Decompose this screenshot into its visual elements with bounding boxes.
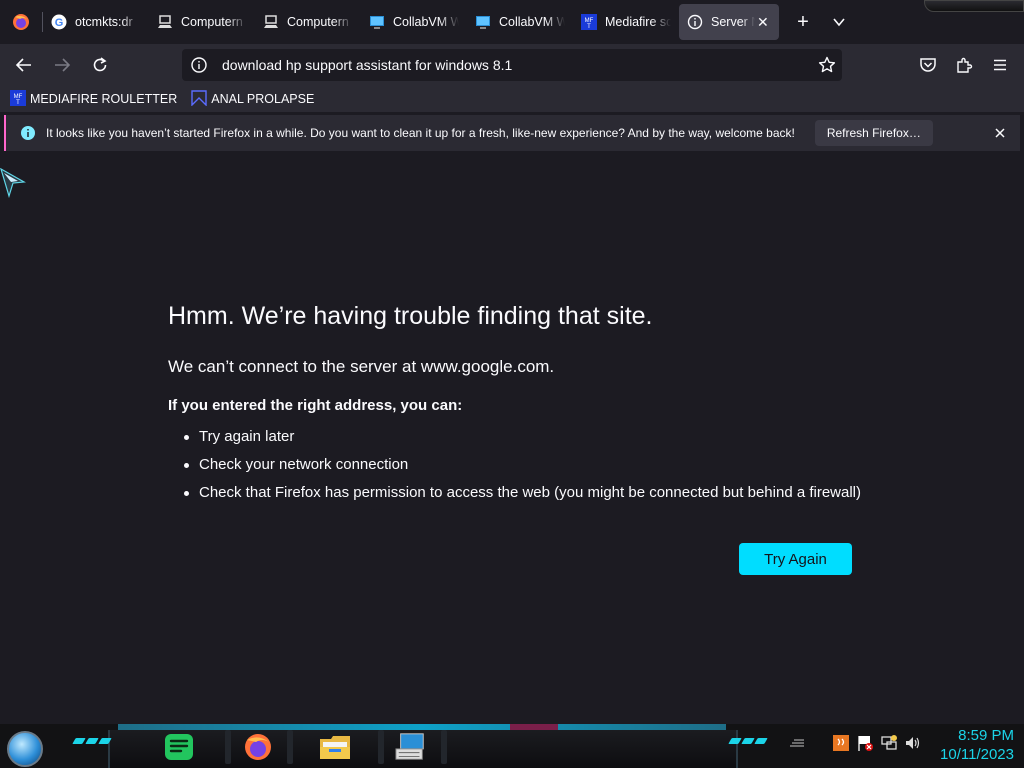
computer-icon	[157, 14, 173, 30]
arrow-right-icon	[55, 58, 71, 72]
firefox-icon	[245, 734, 271, 760]
tab-strip: G otcmkts:dr Computern Computern CollabV…	[0, 0, 1024, 44]
notification-message: It looks like you haven’t started Firefo…	[46, 126, 795, 140]
error-lead: If you entered the right address, you ca…	[168, 397, 463, 414]
action-center-flag-icon[interactable]	[856, 734, 874, 752]
bookmark-label: ANAL PROLAPSE	[211, 92, 315, 106]
url-text[interactable]: download hp support assistant for window…	[222, 57, 812, 73]
refresh-firefox-notification: It looks like you haven’t started Firefo…	[4, 115, 1020, 151]
mediafire-icon: MF T	[10, 89, 26, 109]
arrow-left-icon	[15, 58, 31, 72]
hamburger-menu-icon	[994, 59, 1006, 71]
tab-title: Mediafire sc	[605, 15, 671, 29]
tab-mediafire[interactable]: MF T Mediafire sc	[573, 4, 679, 40]
monitor-icon	[475, 14, 491, 30]
chevron-decoration-icon	[72, 738, 112, 744]
tab-server-not-found[interactable]: Server Nc ✕	[679, 4, 779, 40]
list-all-tabs-button[interactable]	[821, 4, 857, 40]
reload-button[interactable]	[84, 49, 116, 81]
refresh-firefox-button[interactable]: Refresh Firefox…	[814, 120, 933, 146]
taskbar-app-explorer[interactable]	[319, 732, 351, 762]
mediafire-icon: MF T	[581, 14, 597, 30]
error-title: Hmm. We’re having trouble finding that s…	[168, 302, 653, 330]
tab-title: Server Nc	[711, 15, 755, 29]
menu-button[interactable]	[984, 49, 1016, 81]
star-icon	[818, 56, 836, 73]
try-again-button[interactable]: Try Again	[739, 543, 852, 575]
info-icon	[21, 126, 35, 140]
firefox-icon	[13, 14, 29, 30]
mouse-pointer-icon	[0, 168, 26, 198]
taskbar-app-notes[interactable]	[163, 732, 195, 762]
forward-button[interactable]	[46, 49, 78, 81]
svg-text:T: T	[16, 100, 20, 106]
svg-text:T: T	[587, 24, 591, 30]
list-item: Check your network connection	[184, 456, 868, 473]
volume-icon[interactable]	[904, 734, 922, 752]
list-item: Try again later	[184, 428, 868, 445]
puzzle-icon	[957, 57, 973, 73]
navigation-toolbar: download hp support assistant for window…	[0, 44, 1024, 86]
clock-date: 10/11/2023	[940, 746, 1014, 763]
bookmarks-toolbar: MF T MEDIAFIRE ROULETTER ANAL PROLAPSE	[0, 86, 1024, 112]
taskbar-app-onscreen-keyboard[interactable]	[395, 732, 427, 762]
bookmark-label: MEDIAFIRE ROULETTER	[30, 92, 178, 106]
show-hidden-icons-icon[interactable]	[788, 734, 806, 752]
clock-time: 8:59 PM	[958, 727, 1014, 744]
folder-icon	[320, 736, 350, 759]
firefox-view-button[interactable]	[0, 0, 42, 44]
tab-computern-2[interactable]: Computern	[255, 4, 361, 40]
svg-text:G: G	[55, 17, 64, 29]
tab-otcmkts[interactable]: G otcmkts:dr	[43, 4, 149, 40]
pocket-icon	[920, 58, 936, 72]
url-bar[interactable]: download hp support assistant for window…	[182, 49, 842, 81]
network-icon[interactable]	[880, 734, 898, 752]
close-icon[interactable]	[992, 125, 1008, 141]
system-clock[interactable]: 8:59 PM 10/11/2023	[940, 726, 1014, 764]
error-container: Hmm. We’re having trouble finding that s…	[168, 302, 868, 512]
extensions-button[interactable]	[948, 49, 980, 81]
taskbar-separator	[441, 730, 447, 764]
info-icon	[687, 14, 703, 30]
java-update-icon[interactable]	[832, 734, 850, 752]
taskbar-separator	[287, 730, 293, 764]
bookmark-star-button[interactable]	[812, 50, 842, 80]
tab-collabvm-2[interactable]: CollabVM W	[467, 4, 573, 40]
start-button[interactable]	[7, 731, 43, 767]
pocket-button[interactable]	[912, 49, 944, 81]
keyboard-monitor-icon	[395, 733, 424, 760]
tab-title: Computern	[181, 15, 243, 29]
close-tab-icon[interactable]: ✕	[757, 14, 771, 31]
taskbar-separator	[225, 730, 231, 764]
tab-collabvm-1[interactable]: CollabVM W	[361, 4, 467, 40]
chevron-down-icon	[833, 18, 845, 27]
reload-icon	[93, 57, 107, 72]
monitor-icon	[369, 14, 385, 30]
back-button[interactable]	[8, 49, 40, 81]
bookmark-icon	[191, 89, 207, 109]
taskbar-separator	[378, 730, 384, 764]
window-corner-decoration	[924, 0, 1024, 12]
taskbar: 8:59 PM 10/11/2023	[0, 724, 1024, 768]
bookmark-mediafire-rouletter[interactable]: MF T MEDIAFIRE ROULETTER	[10, 89, 178, 109]
tab-computern-1[interactable]: Computern	[149, 4, 255, 40]
tab-title: CollabVM W	[499, 15, 565, 29]
bookmark-anal-prolapse[interactable]: ANAL PROLAPSE	[191, 89, 315, 109]
info-icon[interactable]	[190, 56, 208, 74]
tab-title: otcmkts:dr	[75, 15, 133, 29]
suggestion-list: Try again later Check your network conne…	[168, 428, 868, 501]
chevron-decoration-icon	[728, 738, 768, 744]
page-content: Hmm. We’re having trouble finding that s…	[0, 152, 1024, 724]
new-tab-button[interactable]: +	[785, 4, 821, 40]
taskbar-app-firefox[interactable]	[242, 732, 274, 762]
tab-title: CollabVM W	[393, 15, 459, 29]
tab-title: Computern	[287, 15, 349, 29]
error-subtitle: We can’t connect to the server at www.go…	[168, 357, 555, 376]
list-item: Check that Firefox has permission to acc…	[184, 484, 868, 501]
system-tray	[788, 734, 922, 752]
google-icon: G	[51, 14, 67, 30]
computer-icon	[263, 14, 279, 30]
notes-app-icon	[165, 734, 193, 760]
